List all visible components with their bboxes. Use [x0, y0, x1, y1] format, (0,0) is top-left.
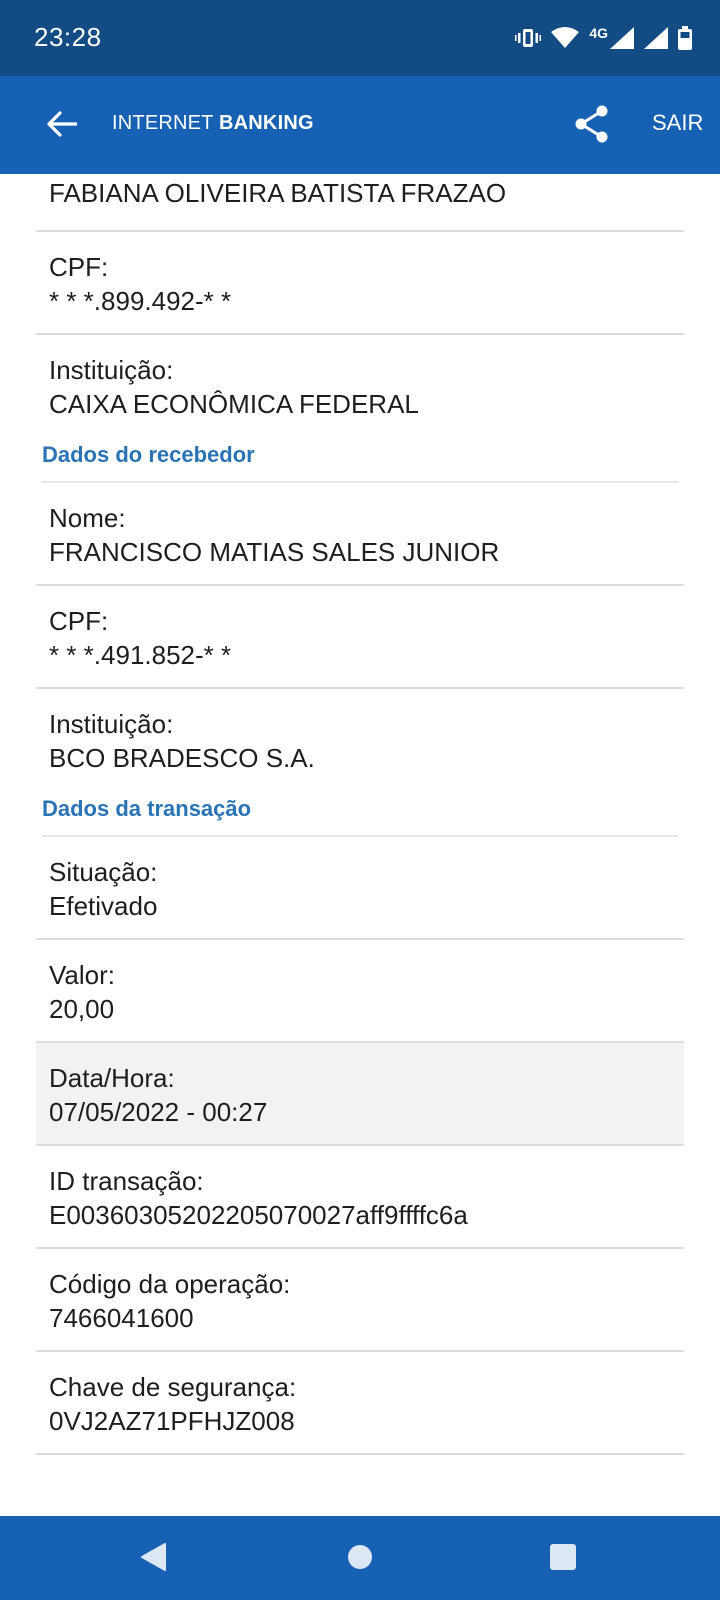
transaction-id-label: ID transação:	[49, 1166, 204, 1196]
payer-institution-row: Instituição: CAIXA ECONÔMICA FEDERAL	[36, 335, 684, 429]
vibrate-icon	[515, 27, 542, 49]
operation-code-value: 7466041600	[49, 1303, 194, 1333]
share-icon	[574, 105, 610, 148]
transaction-section-title: Dados da transação	[42, 783, 678, 837]
triangle-back-icon	[139, 1542, 167, 1577]
wifi-icon	[551, 27, 580, 49]
payer-cpf-label: CPF:	[49, 252, 109, 282]
transaction-datetime-row: Data/Hora: 07/05/2022 - 00:27	[36, 1043, 684, 1146]
receipt-content[interactable]: FABIANA OLIVEIRA BATISTA FRAZAO CPF: * *…	[0, 174, 720, 1516]
payer-institution-value: CAIXA ECONÔMICA FEDERAL	[49, 389, 419, 419]
circle-home-icon	[346, 1543, 374, 1576]
status-bar: 23:28 4G	[0, 0, 720, 76]
receiver-name-value: FRANCISCO MATIAS SALES JUNIOR	[49, 537, 500, 567]
payer-institution-label: Instituição:	[49, 355, 174, 385]
receiver-institution-label: Instituição:	[49, 709, 174, 739]
security-key-value: 0VJ2AZ71PFHJZ008	[49, 1406, 295, 1436]
back-button[interactable]	[40, 104, 84, 148]
square-recents-icon	[549, 1543, 577, 1576]
transaction-status-label: Situação:	[49, 857, 158, 887]
app-bar: INTERNET BANKING SAIR	[0, 76, 720, 174]
payer-name-value: FABIANA OLIVEIRA BATISTA FRAZAO	[49, 178, 507, 208]
share-button[interactable]	[570, 104, 614, 148]
battery-icon	[678, 26, 692, 50]
operation-code-label: Código da operação:	[49, 1269, 291, 1299]
receiver-institution-value: BCO BRADESCO S.A.	[49, 743, 315, 773]
security-key-label: Chave de segurança:	[49, 1372, 297, 1402]
app-title-part2: BANKING	[219, 112, 314, 134]
transaction-id-value: E00360305202205070027aff9ffffc6a	[49, 1200, 468, 1230]
transaction-id-row: ID transação: E00360305202205070027aff9f…	[36, 1146, 684, 1249]
transaction-status-value: Efetivado	[49, 891, 158, 921]
payer-name-row: FABIANA OLIVEIRA BATISTA FRAZAO	[36, 174, 684, 232]
exit-button[interactable]: SAIR	[652, 110, 703, 136]
nav-home-button[interactable]	[343, 1542, 377, 1576]
transaction-datetime-label: Data/Hora:	[49, 1063, 175, 1093]
transaction-status-row: Situação: Efetivado	[36, 837, 684, 940]
receiver-cpf-value: * * *.491.852-* *	[49, 640, 232, 670]
security-key-row: Chave de segurança: 0VJ2AZ71PFHJZ008	[36, 1352, 684, 1455]
app-title: INTERNET BANKING	[112, 112, 314, 135]
receiver-name-label: Nome:	[49, 503, 126, 533]
arrow-left-icon	[47, 110, 78, 142]
receiver-name-row: Nome: FRANCISCO MATIAS SALES JUNIOR	[36, 483, 684, 586]
payer-cpf-value: * * *.899.492-* *	[49, 286, 232, 316]
nav-recents-button[interactable]	[546, 1542, 580, 1576]
signal-icon	[610, 27, 634, 49]
receiver-section-title: Dados do recebedor	[42, 429, 678, 483]
receiver-cpf-row: CPF: * * *.491.852-* *	[36, 586, 684, 689]
nav-back-button[interactable]	[136, 1542, 170, 1576]
navigation-bar	[0, 1516, 720, 1600]
transaction-datetime-value: 07/05/2022 - 00:27	[49, 1097, 268, 1127]
transaction-amount-value: 20,00	[49, 994, 115, 1024]
transaction-amount-label: Valor:	[49, 960, 115, 990]
network-type: 4G	[589, 25, 608, 41]
receiver-institution-row: Instituição: BCO BRADESCO S.A.	[36, 689, 684, 783]
signal-icon-2	[644, 27, 668, 49]
status-time: 23:28	[34, 22, 102, 52]
transaction-amount-row: Valor: 20,00	[36, 940, 684, 1043]
app-title-part1: INTERNET	[112, 112, 219, 134]
status-icons: 4G	[515, 22, 692, 54]
operation-code-row: Código da operação: 7466041600	[36, 1249, 684, 1352]
payer-cpf-row: CPF: * * *.899.492-* *	[36, 232, 684, 335]
receiver-cpf-label: CPF:	[49, 606, 109, 636]
